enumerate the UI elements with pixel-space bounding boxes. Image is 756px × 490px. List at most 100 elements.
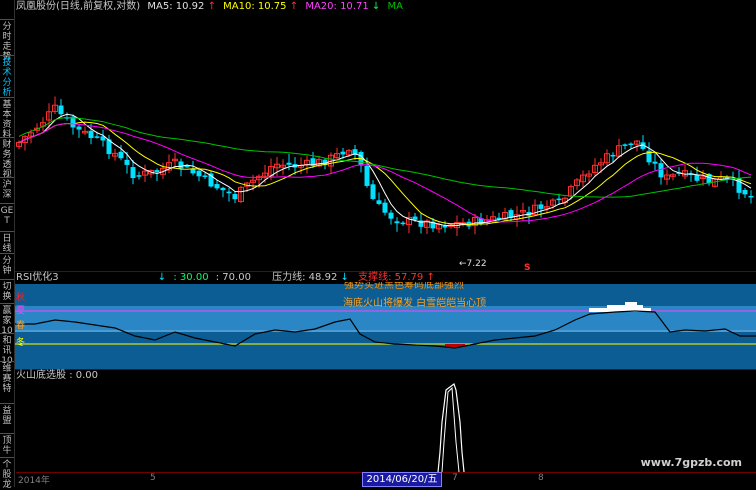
sidebar-item-7[interactable]: 分钟 — [0, 256, 14, 276]
low-arrow-icon: ← — [459, 259, 467, 269]
low-price-marker: ←7.22 — [459, 259, 487, 269]
sidebar-item-4[interactable]: 沪深 — [0, 180, 14, 200]
sidebar-item-5[interactable]: GET — [0, 206, 14, 226]
candle-body — [370, 184, 376, 199]
sidebar-separator — [0, 97, 14, 98]
sidebar-separator — [0, 303, 14, 304]
sidebar-item-6[interactable]: 日线 — [0, 234, 14, 254]
candle-body — [286, 162, 292, 165]
sidebar-separator — [0, 433, 14, 434]
axis-month-8: 8 — [538, 473, 544, 483]
candle-body — [118, 151, 124, 159]
candle-body — [394, 221, 400, 224]
axis-month-7: 7 — [452, 473, 458, 483]
sidebar-separator — [0, 19, 14, 20]
watermark-text: www.7gpzb.com — [640, 456, 742, 469]
candle-body — [196, 170, 202, 177]
rsi-overlay-text-2: 海底火山将爆发 白雪皑皑当心顶 — [343, 298, 487, 309]
kline-chart[interactable] — [15, 14, 756, 272]
candle-body — [184, 165, 190, 168]
volcano-header: 火山底选股 : 0.00 — [16, 370, 98, 382]
candle-body — [226, 191, 232, 194]
axis-month-5: 5 — [150, 473, 156, 483]
season-summer-label: 夏 — [16, 306, 26, 316]
time-axis: 2014年 5 7 8 2014/06/20/五 — [16, 472, 756, 487]
candle-body — [232, 194, 238, 200]
candle-body — [628, 143, 634, 146]
sidebar-separator — [0, 253, 14, 254]
candle-body — [556, 198, 562, 201]
sidebar-separator — [0, 203, 14, 204]
sidebar-item-11[interactable]: 维赛特 — [0, 364, 14, 394]
sidebar-separator — [0, 361, 14, 362]
sidebar-item-1[interactable]: 技术分析 — [0, 58, 14, 98]
sidebar-separator — [0, 55, 14, 56]
season-spring-label: 春 — [16, 321, 26, 331]
candle-body — [376, 200, 382, 204]
ma5-value: 10.92 — [175, 1, 205, 12]
side-toolbar: 分时走势 技术分析 基本资料 财务透视 沪深 GET 日线 分钟 切换 赢家10 和讯10 维赛特 益盟… — [0, 0, 15, 490]
rsi-range-b: : 70.00 — [215, 272, 251, 283]
sidebar-separator — [0, 279, 14, 280]
volcano-value: : 0.00 — [69, 370, 99, 381]
sidebar-item-9[interactable]: 赢家10 — [0, 306, 14, 336]
rsi-overlay-text-1: 强势买进黑色筹码底部强烈 — [344, 282, 464, 290]
candle-body — [442, 226, 448, 228]
axis-year-label: 2014年 — [18, 476, 50, 486]
sidebar-item-3[interactable]: 财务透视 — [0, 140, 14, 180]
ma-tail-label: MA — [387, 1, 403, 12]
sidebar-separator — [0, 333, 14, 334]
candle-body — [742, 189, 748, 195]
sidebar-item-8[interactable]: 切换 — [0, 282, 14, 302]
ma20-down-icon: ↓ — [371, 1, 381, 12]
sidebar-separator — [0, 457, 14, 458]
date-cursor-label: 2014/06/20/五 — [362, 472, 442, 487]
rsi-range-a: : 30.00 — [173, 272, 209, 283]
rsi-title: RSI优化3 — [16, 272, 59, 283]
sidebar-separator — [0, 137, 14, 138]
sidebar-item-13[interactable]: 顶牛 — [0, 436, 14, 456]
ma10-value: 10.75 — [257, 1, 287, 12]
sidebar-separator — [0, 403, 14, 404]
sidebar-item-0[interactable]: 分时走势 — [0, 22, 14, 62]
sidebar-item-12[interactable]: 益盟 — [0, 406, 14, 426]
stock-title: 凤凰股份(日线,前复权,对数) — [16, 1, 141, 12]
candle-body — [610, 154, 616, 157]
season-winter-label: 冬 — [16, 338, 26, 348]
candle-body — [130, 167, 136, 179]
panel-divider-2 — [15, 369, 756, 370]
resist-line-label: 压力线: 48.92 — [272, 272, 338, 283]
snow-block — [625, 302, 637, 306]
candle-body — [652, 161, 658, 164]
candle-body — [412, 216, 418, 220]
ma20-label: MA20: — [305, 1, 337, 12]
candle-body — [214, 184, 220, 189]
candle-body — [220, 187, 226, 191]
ma-line — [18, 116, 752, 198]
ma10-label: MA10: — [223, 1, 255, 12]
candle-body — [382, 202, 388, 213]
ma5-label: MA5: — [147, 1, 173, 12]
season-autumn-label: 秋 — [16, 293, 26, 303]
ma5-up-icon: ↑ — [207, 1, 216, 12]
candle-body — [538, 204, 544, 209]
volcano-title: 火山底选股 — [16, 370, 66, 381]
candle-body — [58, 105, 64, 115]
sidebar-item-2[interactable]: 基本资料 — [0, 100, 14, 140]
candle-body — [364, 165, 370, 186]
candle-body — [88, 130, 94, 139]
candle-body — [622, 144, 628, 146]
rsi-arrow-icon: ↓ — [157, 272, 167, 283]
candle-body — [400, 222, 406, 225]
candle-body — [136, 175, 142, 177]
sidebar-separator — [0, 231, 14, 232]
candle-body — [202, 175, 208, 177]
chart-header: 凤凰股份(日线,前复权,对数) MA5: 10.92 ↑ MA10: 10.75… — [16, 0, 403, 13]
candle-body — [748, 195, 754, 198]
candle-body — [178, 161, 184, 169]
ma10-up-icon: ↑ — [289, 1, 299, 12]
candle-body — [388, 212, 394, 219]
sidebar-item-14[interactable]: 个股龙 — [0, 460, 14, 490]
candle-body — [94, 136, 100, 138]
volcano-signal-outer — [437, 383, 465, 472]
